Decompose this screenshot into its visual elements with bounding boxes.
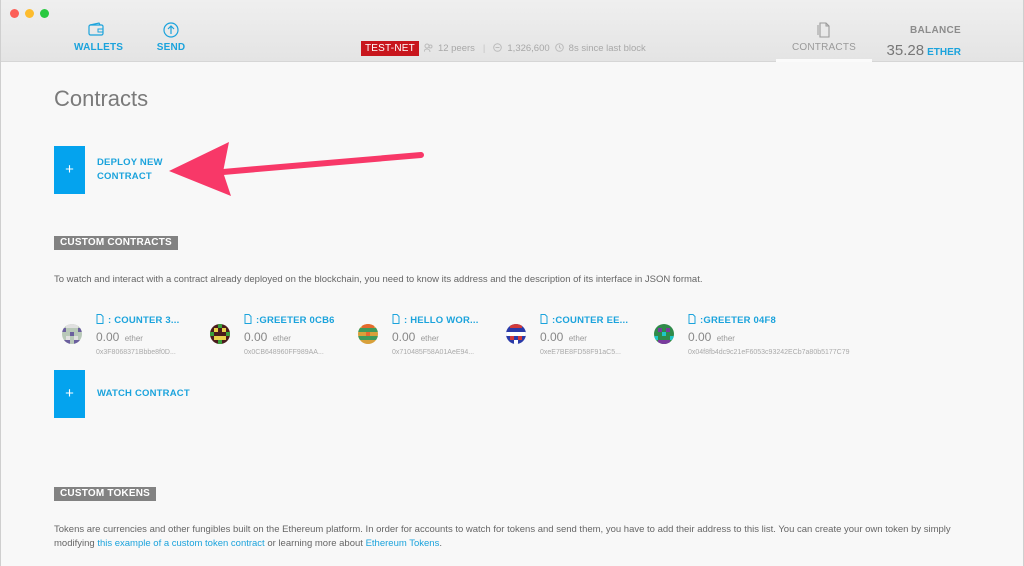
document-icon: [96, 314, 104, 327]
contract-name[interactable]: :GREETER 04F8: [688, 314, 776, 327]
document-icon: [392, 314, 400, 327]
contract-amount: 0.00: [688, 330, 712, 344]
contract-name-text: :GREETER 04F8: [700, 315, 776, 326]
contract-balance: 0.00 ether: [540, 330, 587, 344]
contract-name[interactable]: :COUNTER EE...: [540, 314, 628, 327]
ethereum-tokens-link[interactable]: Ethereum Tokens: [366, 538, 440, 549]
contract-identicon: [654, 324, 674, 344]
network-status: TEST-NET 12 peers | 1,326,600 8s since l…: [361, 41, 646, 56]
contract-balance: 0.00 ether: [244, 330, 291, 344]
contracts-icon: [791, 22, 857, 38]
contract-balance: 0.00 ether: [688, 330, 735, 344]
document-icon: [244, 314, 252, 327]
contract-name-text: :COUNTER EE...: [552, 315, 629, 326]
contract-name-text: : HELLO WOR...: [404, 315, 479, 326]
contract-item[interactable]: : HELLO WOR... 0.00 ether 0x710485F58A01…: [358, 313, 498, 361]
wallet-icon: [74, 22, 118, 38]
contract-name[interactable]: : COUNTER 3...: [96, 314, 179, 327]
users-icon: [423, 43, 433, 55]
contract-amount: 0.00: [392, 330, 416, 344]
nav-wallets[interactable]: WALLETS: [74, 22, 123, 53]
balance-display: BALANCE 35.28 ETHER: [887, 25, 961, 59]
deploy-contract-button[interactable]: +: [54, 146, 85, 194]
watch-contract-button[interactable]: +: [54, 370, 85, 418]
balance-label: BALANCE: [910, 25, 961, 36]
contract-identicon: [210, 324, 230, 344]
custom-tokens-description: Tokens are currencies and other fungible…: [54, 523, 974, 551]
minimize-window-button[interactable]: [25, 9, 34, 18]
contract-unit: ether: [716, 334, 735, 343]
nav-wallets-label: WALLETS: [74, 42, 124, 53]
nav-contracts-label: CONTRACTS: [791, 42, 857, 53]
nav-send-label: SEND: [156, 42, 186, 53]
custom-token-example-link[interactable]: this example of a custom token contract: [97, 538, 264, 549]
block-number: 1,326,600: [507, 43, 550, 54]
layers-icon: [493, 42, 503, 55]
contract-address: 0x710485F58A01AeE94...: [392, 349, 475, 356]
contract-unit: ether: [124, 334, 143, 343]
contract-item[interactable]: : COUNTER 3... 0.00 ether 0x3F8068371Bbb…: [62, 313, 202, 361]
contract-identicon: [62, 324, 82, 344]
custom-contracts-heading: CUSTOM CONTRACTS: [54, 236, 178, 250]
balance-amount: 35.28 ETHER: [887, 42, 961, 59]
network-badge: TEST-NET: [361, 41, 419, 56]
page-title: Contracts: [54, 86, 149, 111]
custom-contracts-description: To watch and interact with a contract al…: [54, 274, 703, 285]
document-icon: [688, 314, 696, 327]
status-separator: |: [482, 43, 486, 54]
contract-balance: 0.00 ether: [392, 330, 439, 344]
send-icon: [153, 22, 189, 38]
contract-address: 0x0CB648960FF989AA...: [244, 349, 324, 356]
active-tab-indicator: [776, 59, 872, 62]
nav-contracts[interactable]: CONTRACTS: [791, 22, 857, 53]
contract-name[interactable]: : HELLO WOR...: [392, 314, 479, 327]
tokens-text-3: .: [439, 538, 442, 549]
contract-amount: 0.00: [96, 330, 120, 344]
contract-unit: ether: [272, 334, 291, 343]
contract-balance: 0.00 ether: [96, 330, 143, 344]
contract-amount: 0.00: [540, 330, 564, 344]
maximize-window-button[interactable]: [40, 9, 49, 18]
clock-icon: [554, 42, 564, 55]
balance-value: 35.28: [886, 42, 925, 59]
contract-address: 0x3F8068371Bbbe8f0D...: [96, 349, 176, 356]
contract-name[interactable]: :GREETER 0CB6: [244, 314, 335, 327]
contract-unit: ether: [568, 334, 587, 343]
custom-tokens-heading: CUSTOM TOKENS: [54, 487, 157, 501]
contract-amount: 0.00: [244, 330, 268, 344]
contract-name-text: : COUNTER 3...: [108, 315, 180, 326]
contract-address: 0x04f8fb4dc9c21eF6053c93242ECb7a80b5177C…: [688, 349, 850, 356]
app-window: WALLETS SEND TEST-NET 12 peers | 1,326,6…: [0, 0, 1024, 566]
time-since-block: 8s since last block: [568, 43, 646, 54]
contract-item[interactable]: :GREETER 0CB6 0.00 ether 0x0CB648960FF98…: [210, 313, 350, 361]
contract-unit: ether: [420, 334, 439, 343]
contract-identicon: [506, 324, 526, 344]
contract-item[interactable]: :COUNTER EE... 0.00 ether 0xeE7BE8FD58F9…: [506, 313, 646, 361]
top-navbar: WALLETS SEND TEST-NET 12 peers | 1,326,6…: [1, 0, 1023, 62]
close-window-button[interactable]: [10, 9, 19, 18]
pointer-arrow-icon: [169, 142, 424, 196]
tokens-text-2: or learning more about: [264, 538, 366, 549]
watch-contract-link[interactable]: WATCH CONTRACT: [97, 387, 190, 401]
contract-item[interactable]: :GREETER 04F8 0.00 ether 0x04f8fb4dc9c21…: [654, 313, 854, 361]
contract-identicon: [358, 324, 378, 344]
peer-count: 12 peers: [437, 43, 475, 54]
balance-unit[interactable]: ETHER: [927, 47, 961, 58]
document-icon: [540, 314, 548, 327]
contract-address: 0xeE7BE8FD58F91aC5...: [540, 349, 621, 356]
contract-name-text: :GREETER 0CB6: [256, 315, 335, 326]
nav-send[interactable]: SEND: [153, 22, 189, 53]
window-controls: [10, 9, 49, 18]
